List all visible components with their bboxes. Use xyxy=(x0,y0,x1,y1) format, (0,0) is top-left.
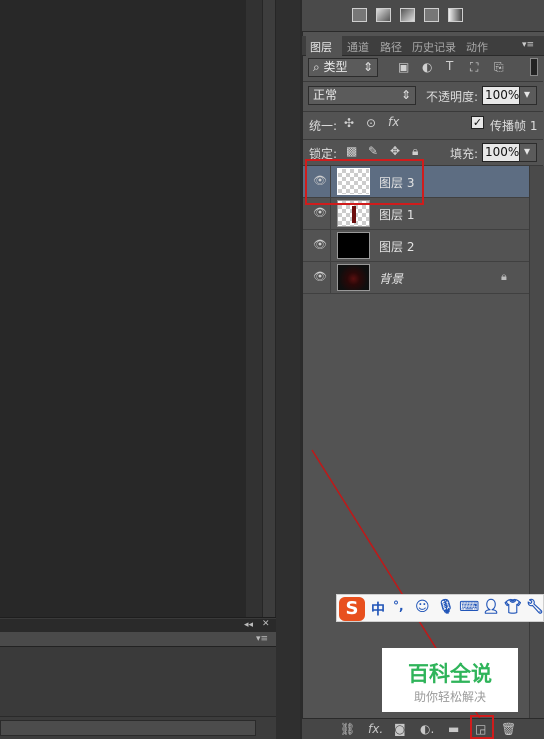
user-icon[interactable]: 👤︎ xyxy=(482,599,500,615)
ime-punctuation-mode[interactable]: °, xyxy=(393,599,404,613)
emoji-icon[interactable]: ☺ xyxy=(415,599,430,615)
ime-chinese-mode[interactable]: 中 xyxy=(371,599,385,619)
link-layers-icon[interactable]: ⛓︎ xyxy=(340,722,355,736)
microphone-icon[interactable]: 🎙︎ xyxy=(437,599,455,615)
watermark: 百科全说 助你轻松解决 xyxy=(382,648,518,712)
wrench-icon[interactable]: 🔧︎ xyxy=(526,599,544,615)
ime-toolbar: S 中 °, ☺ 🎙︎ ⌨ 👤︎ 👕︎ 🔧︎ xyxy=(336,594,544,622)
add-style-icon[interactable]: fx. xyxy=(368,722,383,736)
new-group-icon[interactable]: ▬ xyxy=(448,722,459,736)
new-adjustment-icon[interactable]: ◐. xyxy=(420,722,434,736)
keyboard-icon[interactable]: ⌨ xyxy=(459,599,479,615)
delete-layer-icon[interactable]: 🗑︎ xyxy=(501,722,516,736)
watermark-subtitle: 助你轻松解决 xyxy=(413,690,486,704)
sogou-logo-icon[interactable]: S xyxy=(339,597,365,621)
watermark-title: 百科全说 xyxy=(408,662,492,686)
skin-icon[interactable]: 👕︎ xyxy=(504,599,522,615)
annotation-arrow xyxy=(311,449,487,729)
layers-panel-footer: ⛓︎ fx. ◙ ◐. ▬ ◲ 🗑︎ xyxy=(302,718,544,739)
add-mask-icon[interactable]: ◙ xyxy=(394,722,406,736)
new-layer-highlight xyxy=(470,715,494,739)
